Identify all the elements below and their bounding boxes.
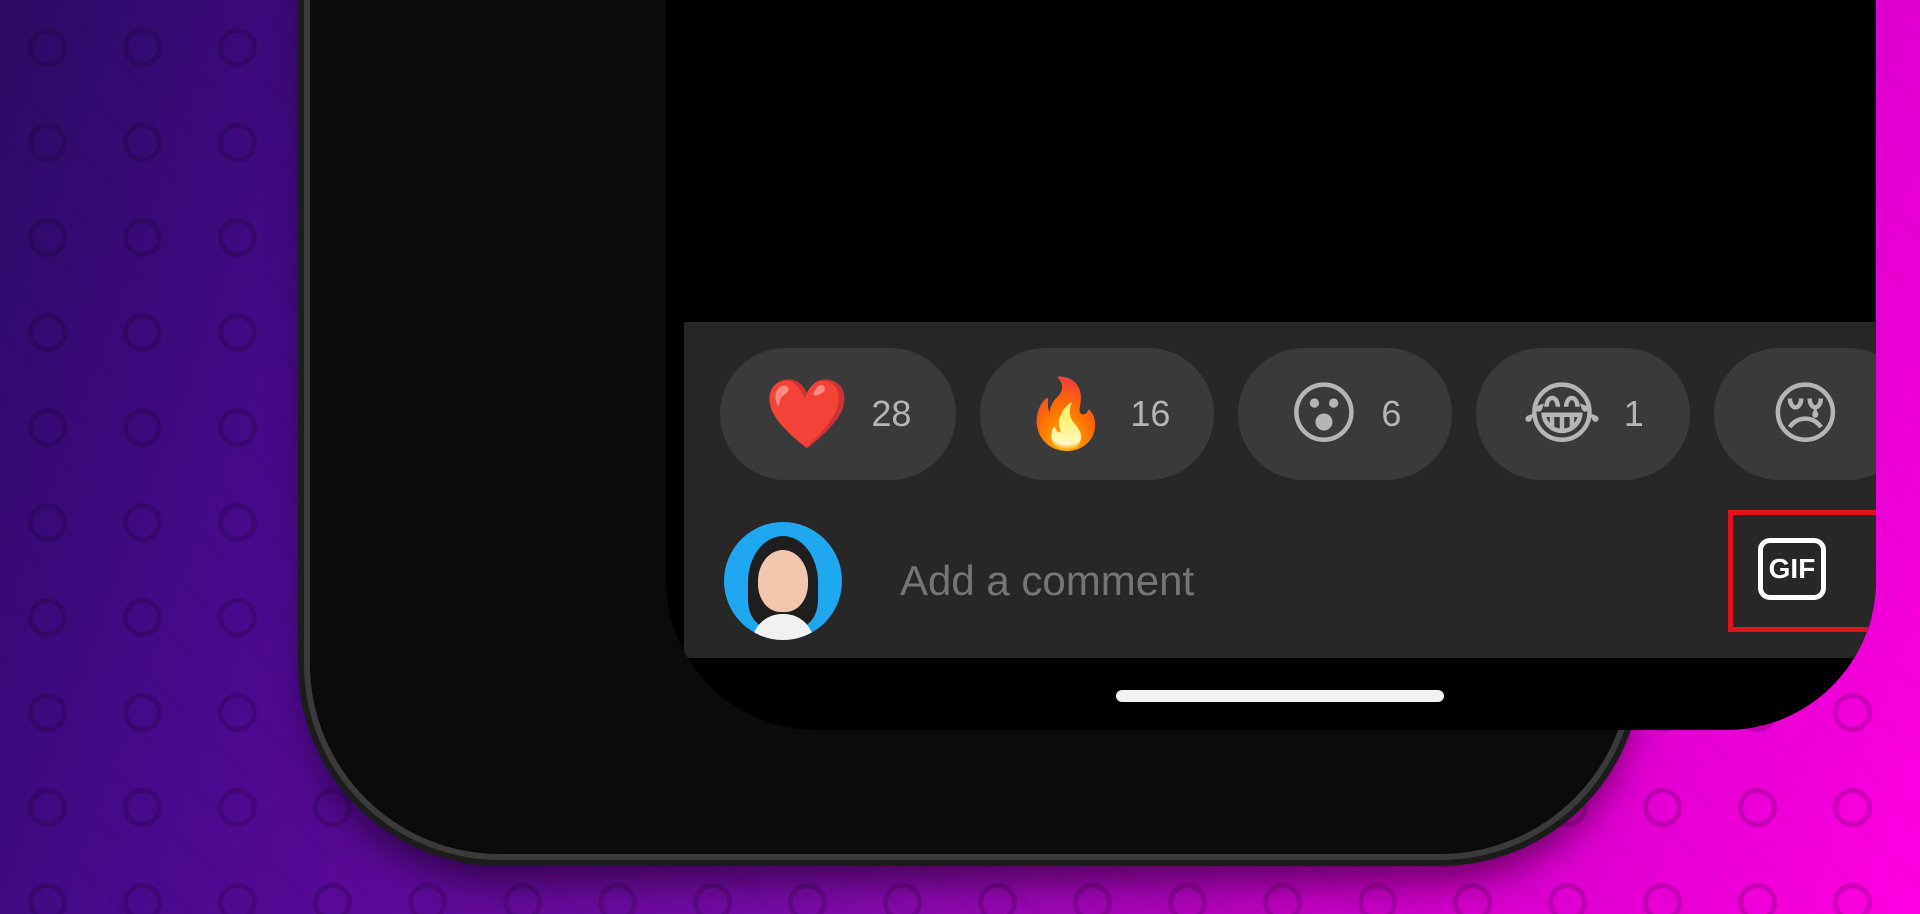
comment-row: GIF [684,510,1876,658]
sad-emoji-icon: 😢 [1770,376,1841,452]
reaction-count: 6 [1381,393,1402,434]
reply-panel: ❤️ 28 🔥 16 😮 6 😂 1 😢 Add a comment GIF [684,322,1876,658]
fire-emoji-icon: 🔥 [1023,376,1109,452]
reaction-wow-button[interactable]: 😮 6 [1238,348,1452,480]
reaction-laugh-button[interactable]: 😂 1 [1476,348,1690,480]
reaction-count: 1 [1623,393,1644,434]
reaction-count: 16 [1130,393,1171,434]
surprised-emoji-icon: 😮 [1288,376,1360,452]
gif-button[interactable]: GIF [1758,538,1826,600]
avatar[interactable] [724,522,842,640]
comment-input[interactable] [898,550,1502,612]
reaction-heart-button[interactable]: ❤️ 28 [720,348,956,480]
reaction-count: 28 [871,393,912,434]
heart-emoji-icon: ❤️ [764,376,850,452]
laughing-emoji-icon: 😂 [1522,376,1602,452]
phone-screen: ❤️ 28 🔥 16 😮 6 😂 1 😢 Add a comment GIF [666,0,1876,730]
reactions-bar: ❤️ 28 🔥 16 😮 6 😂 1 😢 [720,348,1876,480]
reaction-fire-button[interactable]: 🔥 16 [980,348,1214,480]
reaction-sad-button[interactable]: 😢 [1714,348,1876,480]
home-indicator[interactable] [1116,690,1444,702]
phone-frame: ❤️ 28 🔥 16 😮 6 😂 1 😢 Add a comment GIF [310,0,1876,854]
